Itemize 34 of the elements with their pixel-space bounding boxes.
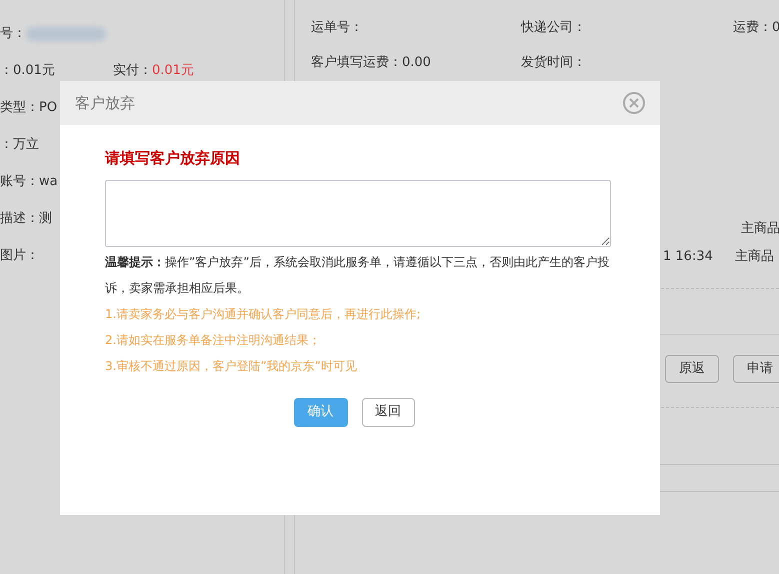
field-label: 描述： <box>0 210 39 228</box>
rule-text: 3.审核不通过原因，客户登陆”我的京东”时可见 <box>105 358 358 374</box>
field-label: 客户填写运费： <box>311 54 402 71</box>
field-label: 运费： <box>733 19 772 36</box>
field-value: 0.00 <box>402 54 431 71</box>
field-value: PO <box>39 99 58 118</box>
field-value: 0.01元 <box>13 62 55 80</box>
field-label: 图片： <box>0 247 39 266</box>
field-label: 账号： <box>0 173 39 192</box>
field-label: 快递公司： <box>521 19 586 36</box>
product-label: 主商品 <box>734 248 774 266</box>
rule-text: 1.请卖家务必与客户沟通并确认客户同意后，再进行此操作; <box>105 306 422 322</box>
field-label: ： <box>0 136 13 154</box>
product-label: 主商品 <box>741 220 779 238</box>
rule-text: 2.请如实在服务单备注中注明沟通结果； <box>105 332 322 348</box>
dialog-title: 客户放弃 <box>75 92 135 114</box>
field-value: 万立 <box>13 136 39 154</box>
field-value: 测 <box>39 210 52 228</box>
back-button[interactable]: 返回 <box>362 398 414 426</box>
field-label: 类型： <box>0 99 39 118</box>
field-value: 0.01元 <box>152 62 194 80</box>
field-label: 实付： <box>112 62 152 80</box>
action-button[interactable]: 申请 <box>733 355 779 383</box>
field-label: 运单号： <box>311 19 363 36</box>
field-label: 号： <box>0 25 26 44</box>
notice-text: 温馨提示：操作”客户放弃”后，系统会取消此服务单，请遵循以下三点，否则由此产生的客户投诉，卖家需承担相应后果。 <box>105 254 610 296</box>
field-label: ： <box>0 62 13 80</box>
reason-input[interactable] <box>105 180 611 246</box>
action-button[interactable]: 原返 <box>665 355 719 383</box>
field-value: wa <box>39 173 58 192</box>
time-text: 1 16:34 <box>663 248 713 266</box>
close-icon[interactable] <box>623 92 645 114</box>
field-label: 发货时间： <box>521 54 586 71</box>
dialog-heading: 请填写客户放弃原因 <box>105 148 241 169</box>
